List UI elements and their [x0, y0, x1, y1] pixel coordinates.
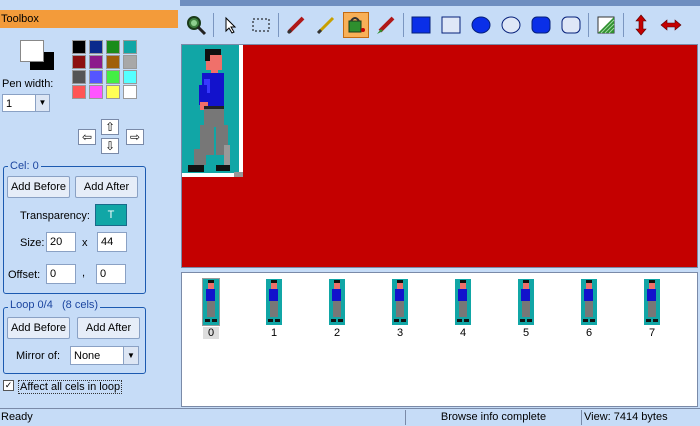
- palette-color-swatch[interactable]: [72, 70, 86, 84]
- palette-color-swatch[interactable]: [106, 85, 120, 99]
- cel-label: 3: [396, 327, 404, 339]
- brush-icon[interactable]: [373, 12, 399, 38]
- arrow-up-icon[interactable]: ⇧: [101, 119, 119, 135]
- foreground-color-swatch[interactable]: [20, 40, 44, 62]
- status-browse-info: Browse info complete: [405, 410, 581, 425]
- flip-vertical-icon[interactable]: [628, 12, 654, 38]
- loop-add-before-button[interactable]: Add Before: [7, 317, 70, 339]
- sprite-cel[interactable]: [182, 45, 243, 177]
- filled-ellipse-icon[interactable]: [468, 12, 494, 38]
- offset-comma: ,: [82, 267, 86, 279]
- size-x-label: x: [82, 237, 88, 249]
- cel-thumbnail[interactable]: [266, 279, 282, 325]
- status-ready: Ready: [1, 411, 33, 423]
- palette-color-swatch[interactable]: [89, 85, 103, 99]
- cel-thumbnail[interactable]: [202, 278, 220, 326]
- cel-thumbnail[interactable]: [392, 279, 408, 325]
- palette-color-swatch[interactable]: [123, 40, 137, 54]
- transparency-label: Transparency:: [20, 210, 90, 222]
- cel-group-title: Cel: 0: [8, 160, 41, 172]
- toolbox-title: Toolbox: [0, 10, 178, 28]
- cel-thumbnail[interactable]: [329, 279, 345, 325]
- toolbar-separator: [278, 13, 279, 37]
- fill-bucket-icon[interactable]: [343, 12, 369, 38]
- transparency-color-button[interactable]: T: [95, 204, 127, 226]
- affect-all-checkbox[interactable]: ✓: [3, 380, 14, 391]
- transparency-toggle-icon[interactable]: [593, 12, 619, 38]
- loop-cel-count: (8 cels): [62, 299, 99, 311]
- select-arrow-icon[interactable]: [218, 12, 244, 38]
- palette-color-swatch[interactable]: [106, 55, 120, 69]
- palette-color-swatch[interactable]: [72, 85, 86, 99]
- rectangle-outline-icon[interactable]: [438, 12, 464, 38]
- loop-title: Loop 0/4: [10, 299, 53, 311]
- palette-color-swatch[interactable]: [106, 40, 120, 54]
- arrow-down-icon[interactable]: ⇩: [101, 138, 119, 154]
- cel-label: 6: [585, 327, 593, 339]
- cel-label: 7: [648, 327, 656, 339]
- palette-color-swatch[interactable]: [123, 70, 137, 84]
- size-label: Size:: [20, 237, 45, 249]
- cel-width-field[interactable]: 20: [46, 232, 76, 252]
- filled-rectangle-icon[interactable]: [408, 12, 434, 38]
- mirror-of-select[interactable]: None ▼: [70, 346, 139, 365]
- cel-thumbnail[interactable]: [518, 279, 534, 325]
- palette-color-swatch[interactable]: [106, 70, 120, 84]
- chevron-down-icon[interactable]: ▼: [35, 95, 49, 111]
- cel-thumbnail[interactable]: [581, 279, 597, 325]
- flip-horizontal-icon[interactable]: [658, 12, 684, 38]
- top-strip: [180, 0, 700, 6]
- offset-x-field[interactable]: 0: [46, 264, 76, 284]
- ellipse-outline-icon[interactable]: [498, 12, 524, 38]
- palette-color-swatch[interactable]: [123, 85, 137, 99]
- palette-color-swatch[interactable]: [72, 40, 86, 54]
- toolbar-items: [183, 12, 684, 38]
- palette-color-swatch[interactable]: [72, 55, 86, 69]
- cel-thumbnail[interactable]: [644, 279, 660, 325]
- pen-width-select[interactable]: 1 ▼: [2, 94, 50, 112]
- rectangle-select-icon[interactable]: [248, 12, 274, 38]
- offset-y-field[interactable]: 0: [96, 264, 126, 284]
- cel-thumbnail[interactable]: [455, 279, 471, 325]
- cel-add-before-button[interactable]: Add Before: [7, 176, 70, 198]
- arrow-left-icon[interactable]: ⇦: [78, 129, 96, 145]
- palette-color-swatch[interactable]: [89, 55, 103, 69]
- palette-color-swatch[interactable]: [89, 70, 103, 84]
- cel-items: 0 1 2 3 4 5 6 7: [181, 276, 698, 339]
- loop-add-after-button[interactable]: Add After: [77, 317, 140, 339]
- status-view-bytes: View: 7414 bytes: [581, 410, 700, 425]
- palette-color-swatch[interactable]: [89, 40, 103, 54]
- filled-rounded-rectangle-icon[interactable]: [528, 12, 554, 38]
- toolbar-separator: [213, 13, 214, 37]
- toolbar-separator: [403, 13, 404, 37]
- cel-label: 2: [333, 327, 341, 339]
- line-icon[interactable]: [313, 12, 339, 38]
- rounded-rectangle-outline-icon[interactable]: [558, 12, 584, 38]
- zoom-icon[interactable]: [183, 12, 209, 38]
- pen-width-value: 1: [6, 98, 13, 110]
- cel-label: 1: [270, 327, 278, 339]
- toolbar-separator: [588, 13, 589, 37]
- palette-color-swatch[interactable]: [123, 55, 137, 69]
- cel-label: 5: [522, 327, 530, 339]
- chevron-down-icon[interactable]: ▼: [123, 347, 138, 364]
- arrow-right-icon[interactable]: ⇨: [126, 129, 144, 145]
- drawing-canvas[interactable]: [181, 44, 698, 268]
- pencil-icon[interactable]: [283, 12, 309, 38]
- pen-width-label: Pen width:: [2, 78, 54, 90]
- cel-label: 4: [459, 327, 467, 339]
- cel-height-field[interactable]: 44: [97, 232, 127, 252]
- cel-add-after-button[interactable]: Add After: [75, 176, 138, 198]
- mirror-of-value: None: [74, 350, 101, 362]
- toolbar-separator: [623, 13, 624, 37]
- offset-label: Offset:: [8, 269, 41, 281]
- mirror-of-label: Mirror of:: [16, 350, 60, 362]
- affect-all-label[interactable]: Affect all cels in loop: [18, 380, 123, 394]
- cel-label: 0: [203, 327, 219, 339]
- color-palette: [72, 40, 142, 104]
- loop-group-title: Loop 0/4 (8 cels): [8, 299, 101, 311]
